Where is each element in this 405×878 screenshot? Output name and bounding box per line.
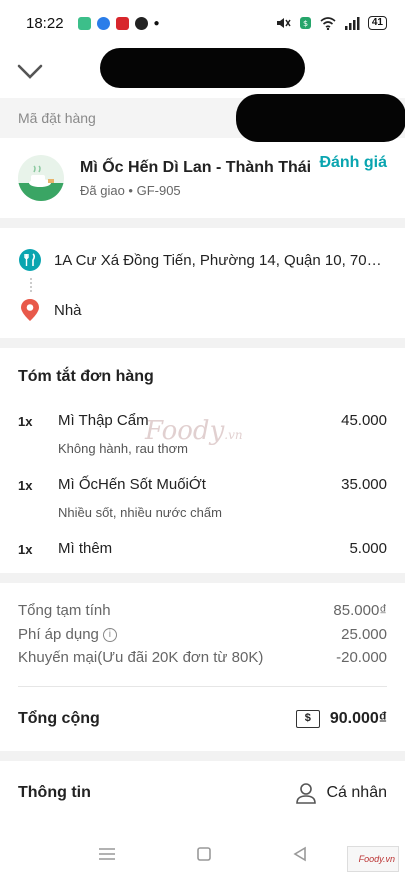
promo-value: -20.000 bbox=[336, 649, 387, 667]
back-icon[interactable] bbox=[292, 846, 308, 862]
dropoff-row: Nhà bbox=[18, 292, 387, 328]
menu-icon[interactable] bbox=[98, 847, 116, 861]
top-bar bbox=[0, 46, 405, 98]
info-icon[interactable]: i bbox=[102, 627, 117, 642]
utensils-icon bbox=[19, 249, 41, 271]
system-icons: $ 41 bbox=[275, 16, 387, 30]
signal-icon bbox=[344, 16, 360, 30]
order-summary: Tóm tắt đơn hàng Foody.vn 1x Mì Thập Cẩm… bbox=[0, 348, 405, 573]
section-divider bbox=[0, 338, 405, 348]
rate-button[interactable]: Đánh giá bbox=[319, 154, 387, 172]
subtotal-value: 85.000₫ bbox=[333, 602, 387, 620]
app-notification-icon bbox=[115, 16, 129, 30]
subtotal-label: Tổng tạm tính bbox=[18, 602, 111, 620]
person-icon bbox=[295, 782, 316, 804]
item-qty: 1x bbox=[18, 542, 33, 557]
system-nav-bar bbox=[0, 830, 405, 878]
promo-label: Khuyến mại(Ưu đãi 20K đơn từ 80K) bbox=[18, 649, 264, 667]
section-divider bbox=[0, 218, 405, 228]
list-item: 1x Mì ỐcHến Sốt MuốiỚt Nhiều sốt, nhiều … bbox=[18, 476, 387, 520]
grand-total-value: 90.000₫ bbox=[329, 709, 387, 727]
section-divider bbox=[0, 573, 405, 583]
facebook-icon bbox=[134, 16, 148, 30]
summary-title: Tóm tắt đơn hàng bbox=[18, 368, 154, 385]
item-price: 45.000 bbox=[341, 412, 387, 429]
svg-text:$: $ bbox=[303, 19, 308, 28]
more-dot-icon: ● bbox=[153, 17, 160, 29]
redacted-order-id bbox=[236, 94, 405, 142]
item-qty: 1x bbox=[18, 478, 33, 493]
order-status: Đã giao • GF-905 bbox=[80, 182, 181, 198]
mute-icon bbox=[276, 18, 291, 28]
totals-block: Tổng tạm tính 85.000₫ Phí áp dụng i 25.00… bbox=[0, 583, 405, 751]
status-time: 18:22 bbox=[26, 14, 64, 32]
cash-icon: $ bbox=[295, 709, 320, 728]
chevron-down-icon[interactable] bbox=[16, 63, 44, 81]
status-bar: 18:22 ● $ 41 bbox=[0, 0, 405, 46]
redacted-title bbox=[100, 48, 305, 88]
section-divider bbox=[0, 750, 405, 761]
item-price: 5.000 bbox=[349, 540, 387, 557]
wifi-icon bbox=[320, 16, 336, 30]
pickup-row: 1A Cư Xá Đồng Tiến, Phường 14, Quận 10, … bbox=[18, 242, 387, 278]
dropoff-address: Nhà bbox=[54, 301, 82, 319]
home-icon[interactable] bbox=[196, 846, 212, 862]
grand-total-row: Tổng cộng $ 90.000₫ bbox=[18, 687, 387, 751]
route-dots bbox=[30, 278, 32, 292]
app-notification-icon bbox=[77, 16, 91, 30]
info-title: Thông tin bbox=[18, 783, 91, 801]
promo-row: Khuyến mại(Ưu đãi 20K đơn từ 80K) -20.00… bbox=[18, 646, 387, 670]
item-name: Mì thêm bbox=[58, 540, 113, 557]
battery-indicator: 41 bbox=[367, 16, 387, 30]
order-id-row: Mã đặt hàng bbox=[0, 94, 405, 142]
foody-watermark: Foody.vn bbox=[145, 416, 243, 446]
app-notification-icon bbox=[96, 16, 110, 30]
location-pin-icon bbox=[21, 299, 39, 321]
address-block: 1A Cư Xá Đồng Tiến, Phường 14, Quận 10, … bbox=[0, 228, 405, 338]
fee-value: 25.000 bbox=[341, 625, 387, 643]
restaurant-card[interactable]: Mì Ốc Hến Dì Lan - Thành Thái Đã giao • … bbox=[0, 138, 405, 218]
fee-label: Phí áp dụng bbox=[18, 625, 99, 643]
subtotal-row: Tổng tạm tính 85.000₫ bbox=[18, 599, 387, 623]
item-price: 35.000 bbox=[341, 476, 387, 493]
info-row[interactable]: Thông tin Cá nhân bbox=[0, 761, 405, 825]
fee-row: Phí áp dụng i 25.000 bbox=[18, 623, 387, 647]
profile-label: Cá nhân bbox=[326, 783, 388, 801]
notification-icons: ● bbox=[77, 16, 160, 30]
data-saver-icon: $ bbox=[299, 17, 311, 29]
pickup-address: 1A Cư Xá Đồng Tiến, Phường 14, Quận 10, … bbox=[53, 251, 387, 269]
restaurant-logo bbox=[18, 155, 64, 201]
foody-corner-logo: Foody.vn bbox=[347, 846, 399, 872]
order-id-label: Mã đặt hàng bbox=[18, 110, 96, 126]
item-qty: 1x bbox=[18, 414, 33, 429]
list-item: 1x Mì thêm 5.000 bbox=[18, 540, 387, 573]
grand-total-label: Tổng cộng bbox=[18, 709, 100, 727]
item-name: Mì ỐcHến Sốt MuốiỚt bbox=[58, 476, 206, 493]
item-note: Nhiều sốt, nhiều nước chấm bbox=[58, 505, 222, 520]
